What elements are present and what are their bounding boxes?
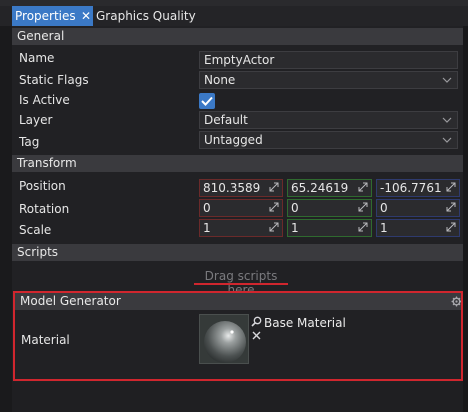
scale-x-value: 1 [203,221,211,235]
left-gutter [0,26,12,412]
scale-x-field[interactable]: 1 [199,219,283,237]
section-title: General [17,29,65,43]
panel-footer-area [12,382,463,412]
chevron-down-icon [442,117,452,123]
dropzone-underline [194,283,288,285]
static-flags-dropdown[interactable]: None [199,71,458,89]
layer-dropdown[interactable]: Default [199,111,458,129]
tag-value: Untagged [204,133,263,147]
tab-bar: Properties ✕ Graphics Quality [0,6,468,26]
scale-z-field[interactable]: 1 [376,219,460,237]
name-label: Name [19,51,55,65]
tab-graphics-quality-label: Graphics Quality [96,9,196,23]
rotation-label: Rotation [19,202,70,216]
rotation-y-field[interactable]: 0 [287,199,372,217]
tab-graphics-quality[interactable]: Graphics Quality [96,6,196,26]
scrollbar-track[interactable] [463,26,468,412]
close-icon[interactable]: ✕ [79,6,93,26]
name-field[interactable]: EmptyActor [199,51,458,69]
position-x-field[interactable]: 810.3589 [199,179,283,197]
drag-scripts-dropzone[interactable]: Drag scripts here [196,269,286,297]
is-active-checkbox[interactable] [199,93,215,109]
position-y-value: 65.24619 [291,181,349,195]
rotation-z-field[interactable]: 0 [376,199,460,217]
expand-arrow-icon[interactable] [358,202,368,212]
chevron-down-icon [442,137,452,143]
is-active-label: Is Active [19,93,70,107]
tag-label: Tag [19,135,40,149]
static-flags-value: None [204,73,236,87]
expand-arrow-icon[interactable] [269,202,279,212]
expand-arrow-icon[interactable] [446,202,456,212]
scale-y-value: 1 [291,221,299,235]
position-z-value: -106.7761 [380,181,442,195]
layer-label: Layer [19,113,53,127]
static-flags-label: Static Flags [19,73,89,87]
section-header-transform[interactable]: Transform [12,155,463,172]
scale-label: Scale [19,223,52,237]
expand-arrow-icon[interactable] [446,222,456,232]
expand-arrow-icon[interactable] [269,222,279,232]
expand-arrow-icon[interactable] [269,182,279,192]
tag-dropdown[interactable]: Untagged [199,131,458,149]
model-generator-highlight [13,291,463,381]
scale-y-field[interactable]: 1 [287,219,372,237]
tab-properties-label: Properties [15,9,76,23]
position-y-field[interactable]: 65.24619 [287,179,372,197]
position-x-value: 810.3589 [203,181,261,195]
chevron-down-icon [442,77,452,83]
rotation-z-value: 0 [380,201,388,215]
checkmark-icon [201,96,213,106]
rotation-x-value: 0 [203,201,211,215]
position-z-field[interactable]: -106.7761 [376,179,460,197]
name-value: EmptyActor [204,53,275,67]
expand-arrow-icon[interactable] [358,182,368,192]
position-label: Position [19,179,66,193]
section-title: Transform [17,156,77,170]
rotation-x-field[interactable]: 0 [199,199,283,217]
section-title: Scripts [17,245,59,259]
layer-value: Default [204,113,248,127]
expand-arrow-icon[interactable] [358,222,368,232]
section-header-general[interactable]: General [12,28,463,45]
rotation-y-value: 0 [291,201,299,215]
scale-z-value: 1 [380,221,388,235]
expand-arrow-icon[interactable] [446,182,456,192]
section-header-scripts[interactable]: Scripts [12,244,463,261]
